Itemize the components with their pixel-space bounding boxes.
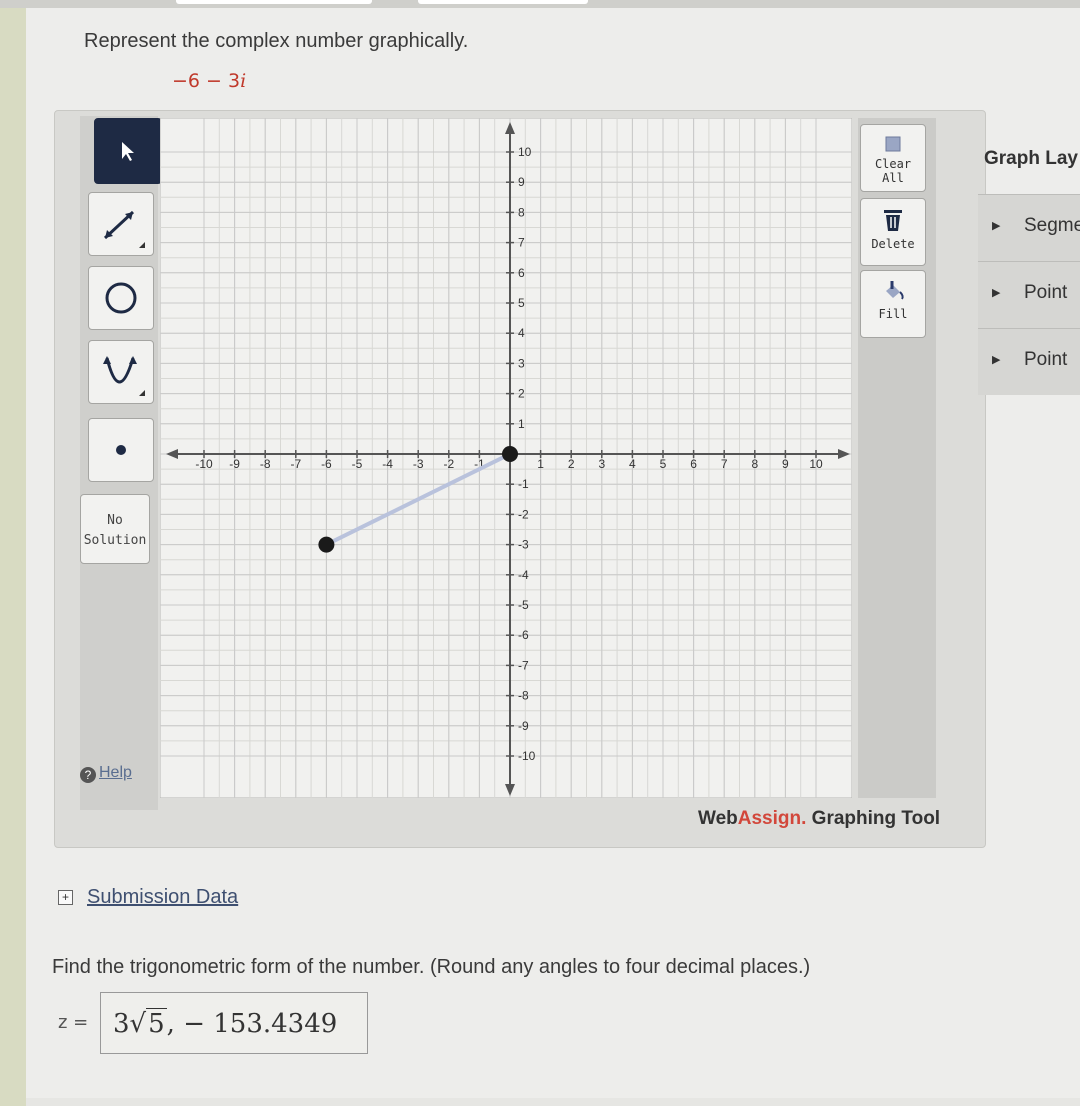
y-tick-label: -7 bbox=[518, 658, 529, 672]
submission-data-toggle[interactable]: + Submission Data bbox=[58, 886, 238, 909]
expand-arrow-icon[interactable]: ▶ bbox=[992, 286, 1000, 299]
x-tick-label: -9 bbox=[229, 457, 240, 471]
answer-radicand: 5 bbox=[146, 1008, 167, 1039]
y-tick-label: -4 bbox=[518, 568, 529, 582]
circle-icon bbox=[105, 282, 137, 314]
z-label: z = bbox=[58, 1012, 89, 1033]
y-tick-label: 2 bbox=[518, 387, 525, 401]
layer-item-label: Segme bbox=[1024, 215, 1080, 236]
x-tick-label: -2 bbox=[443, 457, 454, 471]
pointer-icon bbox=[122, 142, 134, 161]
y-tick-label: -10 bbox=[518, 749, 536, 763]
top-tab-1[interactable] bbox=[176, 0, 372, 4]
y-tick-label: 10 bbox=[518, 145, 532, 159]
layer-item-point-1[interactable]: ▶ Point bbox=[978, 261, 1080, 328]
submission-data-link[interactable]: Submission Data bbox=[87, 886, 238, 908]
y-tick-label: -6 bbox=[518, 628, 529, 642]
y-tick-label: -9 bbox=[518, 719, 529, 733]
y-tick-label: -8 bbox=[518, 689, 529, 703]
y-tick-label: -1 bbox=[518, 477, 529, 491]
y-tick-label: 1 bbox=[518, 417, 525, 431]
plotted-point bbox=[318, 536, 335, 553]
parabola-icon bbox=[103, 356, 145, 396]
top-bar bbox=[0, 0, 1080, 8]
no-solution-label-1: No bbox=[107, 513, 123, 528]
y-tick-label: 4 bbox=[518, 326, 525, 340]
left-edge-strip bbox=[0, 0, 26, 1106]
y-tick-label: 6 bbox=[518, 266, 525, 280]
x-tick-label: -8 bbox=[260, 457, 271, 471]
x-tick-label: -5 bbox=[352, 457, 363, 471]
fill-bucket-icon bbox=[886, 281, 904, 300]
no-solution-label-2: Solution bbox=[83, 533, 147, 548]
trash-icon bbox=[884, 210, 902, 231]
layer-item-label: Point bbox=[1024, 282, 1068, 303]
y-tick-label: -3 bbox=[518, 538, 529, 552]
layer-item-label: Point bbox=[1024, 349, 1068, 370]
circle-tool-button[interactable] bbox=[88, 266, 154, 330]
layer-item-segment[interactable]: ▶ Segme bbox=[978, 194, 1080, 261]
trig-form-question: Find the trigonometric form of the numbe… bbox=[52, 956, 811, 978]
x-tick-label: 4 bbox=[629, 457, 636, 471]
expand-arrow-icon[interactable]: ▶ bbox=[992, 219, 1000, 232]
sqrt-symbol: √ bbox=[129, 1009, 147, 1039]
x-tick-label: -10 bbox=[195, 457, 213, 471]
y-tick-label: 8 bbox=[518, 205, 525, 219]
clear-all-button[interactable]: Clear All bbox=[860, 124, 926, 192]
clear-all-label: Clear All bbox=[874, 157, 912, 185]
pointer-tool-button[interactable] bbox=[94, 118, 162, 184]
segment-tool-button[interactable] bbox=[88, 192, 154, 256]
help-label: Help bbox=[99, 764, 132, 781]
answer-angle: , − 153.4349 bbox=[166, 1009, 338, 1039]
answer-coefficient: 3 bbox=[113, 1009, 130, 1039]
help-link[interactable]: ? Help bbox=[80, 764, 132, 783]
x-tick-label: 6 bbox=[690, 457, 697, 471]
y-tick-label: -5 bbox=[518, 598, 529, 612]
x-tick-label: -3 bbox=[413, 457, 424, 471]
graph-layers-title: Graph Lay bbox=[984, 148, 1078, 169]
graph-canvas[interactable]: -10 -9 -8 -7 -6 -5 -4 -3 -2 -1 1 2 3 4 5 6 7 8 9 10 10 9 8 7 6 5 4… bbox=[160, 118, 852, 798]
x-tick-label: 2 bbox=[568, 457, 575, 471]
plotted-point bbox=[502, 446, 518, 462]
x-tick-label: 1 bbox=[537, 457, 544, 471]
expand-plus-icon[interactable]: + bbox=[58, 890, 73, 905]
x-tick-label: 5 bbox=[660, 457, 667, 471]
delete-button[interactable]: Delete bbox=[860, 198, 926, 266]
top-tab-2[interactable] bbox=[418, 0, 588, 4]
delete-label: Delete bbox=[871, 237, 915, 251]
complex-number-expression: −6 − 3i bbox=[172, 70, 247, 92]
y-tick-label: 7 bbox=[518, 236, 525, 250]
y-tick-label: -2 bbox=[518, 507, 529, 521]
expand-arrow-icon[interactable]: ▶ bbox=[992, 353, 1000, 366]
x-tick-label: -7 bbox=[290, 457, 301, 471]
segment-icon bbox=[103, 210, 145, 248]
x-tick-label: 7 bbox=[721, 457, 728, 471]
x-tick-label: -4 bbox=[382, 457, 393, 471]
fill-label: Fill bbox=[878, 307, 908, 321]
clear-all-icon bbox=[885, 136, 901, 152]
x-tick-label: -6 bbox=[321, 457, 332, 471]
x-tick-label: 3 bbox=[598, 457, 605, 471]
x-tick-label: 10 bbox=[809, 457, 823, 471]
parabola-tool-button[interactable] bbox=[88, 340, 154, 404]
point-tool-button[interactable] bbox=[88, 418, 154, 482]
fill-button[interactable]: Fill bbox=[860, 270, 926, 338]
layer-item-point-2[interactable]: ▶ Point bbox=[978, 328, 1080, 395]
y-tick-label: 3 bbox=[518, 356, 525, 370]
point-icon bbox=[116, 445, 126, 455]
x-tick-label: 9 bbox=[782, 457, 789, 471]
no-solution-button[interactable]: No Solution bbox=[80, 494, 150, 564]
y-tick-label: 9 bbox=[518, 175, 525, 189]
y-tick-label: 5 bbox=[518, 296, 525, 310]
x-tick-label: 8 bbox=[751, 457, 758, 471]
help-icon: ? bbox=[80, 767, 96, 783]
question-text: Represent the complex number graphically… bbox=[84, 30, 469, 52]
answer-field[interactable]: 3√5, − 153.4349 bbox=[100, 992, 368, 1054]
webassign-brand: WebAssign. Graphing Tool bbox=[698, 808, 941, 829]
